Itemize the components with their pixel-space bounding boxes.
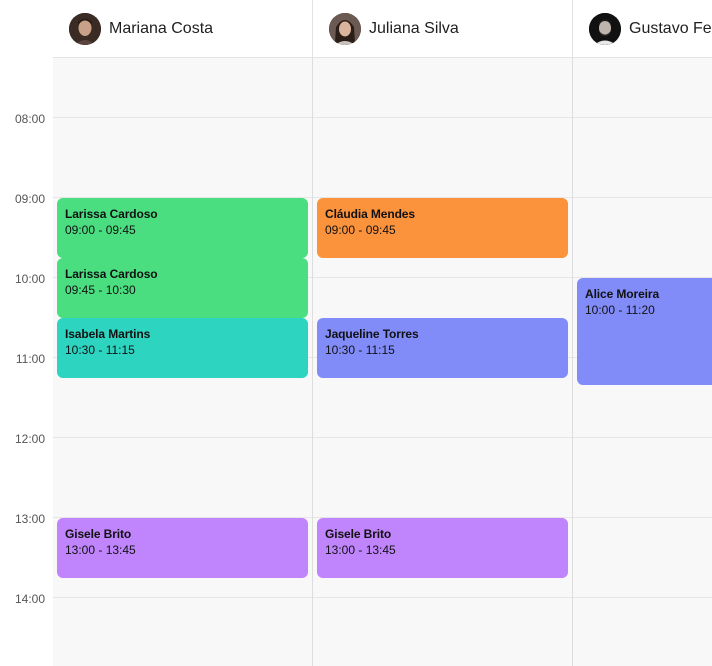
appointment-client: Jaqueline Torres <box>325 327 419 341</box>
avatar <box>69 12 101 45</box>
appointment-card[interactable]: Cláudia Mendes 09:00 - 09:45 <box>317 198 568 258</box>
appointment-client: Gisele Brito <box>65 527 132 541</box>
column-divider <box>572 57 573 666</box>
appointment-client: Isabela Martins <box>65 327 151 341</box>
appointment-client: Larissa Cardoso <box>65 207 158 221</box>
time-label-11: 11:00 <box>15 352 45 366</box>
appointment-client: Alice Moreira <box>585 287 660 301</box>
staff-name: Mariana Costa <box>109 19 214 37</box>
appointment-time: 09:00 - 09:45 <box>65 223 136 237</box>
staff-name: Gustavo Ferreira <box>629 19 712 37</box>
hour-line-14 <box>53 597 712 598</box>
staff-column-header[interactable]: Juliana Silva <box>329 0 459 57</box>
time-label-14: 14:00 <box>14 592 45 606</box>
appointment-time: 10:30 - 11:15 <box>65 343 135 357</box>
column-divider <box>312 0 313 57</box>
appointment-client: Gisele Brito <box>325 527 392 541</box>
column-divider <box>312 57 313 666</box>
staff-header: Mariana Costa Juliana Silva Gustavo Ferr… <box>53 0 712 58</box>
appointment-card[interactable]: Larissa Cardoso 09:45 - 10:30 <box>57 258 308 318</box>
appointment-time: 13:00 - 13:45 <box>325 543 396 557</box>
appointment-client: Cláudia Mendes <box>325 207 415 221</box>
avatar <box>329 12 361 45</box>
time-label-08: 08:00 <box>14 112 45 126</box>
calendar-grid[interactable]: Larissa Cardoso 09:00 - 09:45 Larissa Ca… <box>53 57 712 666</box>
staff-name: Juliana Silva <box>369 19 459 37</box>
hour-line-12 <box>53 437 712 438</box>
appointment-time: 09:00 - 09:45 <box>325 223 396 237</box>
time-label-13: 13:00 <box>14 512 45 526</box>
time-label-10: 10:00 <box>14 272 45 286</box>
appointment-card[interactable]: Isabela Martins 10:30 - 11:15 <box>57 318 308 378</box>
staff-column-header[interactable]: Gustavo Ferreira <box>589 0 712 57</box>
column-divider <box>572 0 573 57</box>
appointment-card[interactable]: Alice Moreira 10:00 - 11:20 <box>577 278 712 385</box>
avatar <box>589 12 621 45</box>
appointment-card[interactable]: Larissa Cardoso 09:00 - 09:45 <box>57 198 308 258</box>
appointment-time: 10:00 - 11:20 <box>585 303 655 317</box>
time-gutter: 08:00 09:00 10:00 11:00 12:00 13:00 14:0… <box>0 0 53 666</box>
staff-column-header[interactable]: Mariana Costa <box>69 0 213 57</box>
appointment-card[interactable]: Jaqueline Torres 10:30 - 11:15 <box>317 318 568 378</box>
appointment-time: 13:00 - 13:45 <box>65 543 136 557</box>
time-label-09: 09:00 <box>14 192 45 206</box>
appointment-card[interactable]: Gisele Brito 13:00 - 13:45 <box>57 518 308 578</box>
appointment-time: 10:30 - 11:15 <box>325 343 395 357</box>
appointment-client: Larissa Cardoso <box>65 267 158 281</box>
hour-line-08 <box>53 117 712 118</box>
time-label-12: 12:00 <box>14 432 45 446</box>
appointment-card[interactable]: Gisele Brito 13:00 - 13:45 <box>317 518 568 578</box>
appointment-time: 09:45 - 10:30 <box>65 283 136 297</box>
